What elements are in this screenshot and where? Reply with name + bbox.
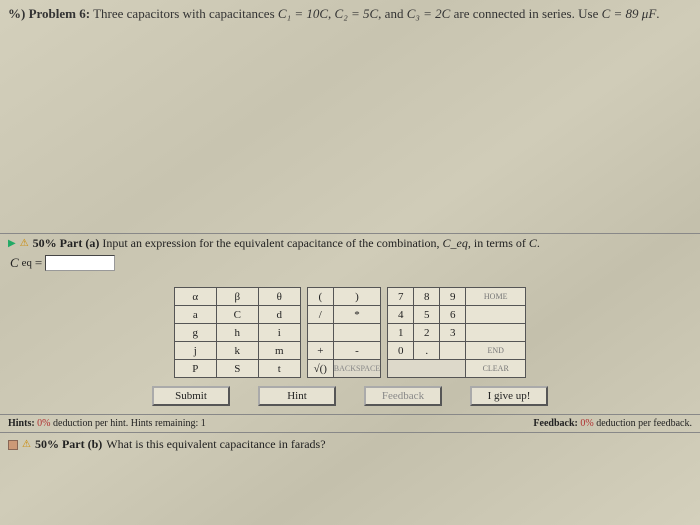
part-a-var: C_eq [443, 236, 468, 250]
part-a-ofvar: C [529, 236, 537, 250]
key-home[interactable]: HOME [466, 288, 526, 306]
key-end2[interactable] [466, 306, 526, 324]
key-blank3[interactable] [440, 342, 466, 360]
hints-left: Hints: 0% deduction per hint. Hints rema… [8, 418, 206, 429]
key-mul[interactable]: * [333, 306, 380, 324]
key-S[interactable]: S [216, 360, 258, 378]
problem-label: %) Problem 6: [8, 6, 90, 21]
key-3[interactable]: 3 [440, 324, 466, 342]
part-a-pct: 50% Part (a) [33, 236, 100, 250]
keypad-num: 789HOME 456 123 0. END CLEAR [387, 287, 526, 378]
key-beta[interactable]: β [216, 288, 258, 306]
equation-row: Ceq = [0, 253, 700, 277]
key-end[interactable]: END [466, 342, 526, 360]
key-rparen[interactable]: ) [333, 288, 380, 306]
key-alpha[interactable]: α [174, 288, 216, 306]
feedback-button[interactable]: Feedback [364, 386, 442, 406]
problem-statement: %) Problem 6: Three capacitors with capa… [0, 0, 700, 28]
part-b-pct: 50% Part (b) [35, 437, 102, 452]
warn-icon: ⚠ [20, 238, 29, 249]
key-5[interactable]: 5 [414, 306, 440, 324]
ceq-input[interactable] [45, 255, 115, 271]
button-row: Submit Hint Feedback I give up! [0, 386, 700, 406]
key-d[interactable]: d [258, 306, 300, 324]
square-icon [8, 440, 18, 450]
key-a[interactable]: a [174, 306, 216, 324]
key-lparen[interactable]: ( [307, 288, 333, 306]
keypad-greek: αβθ aCd ghi jkm PSt [174, 287, 301, 378]
giveup-button[interactable]: I give up! [470, 386, 548, 406]
ceq-c: C [10, 255, 19, 271]
key-clear[interactable]: CLEAR [466, 360, 526, 378]
c-use: C = 89 μF [602, 6, 657, 21]
part-a-instr2: in terms of [474, 236, 529, 250]
key-P[interactable]: P [174, 360, 216, 378]
key-t[interactable]: t [258, 360, 300, 378]
key-7[interactable]: 7 [388, 288, 414, 306]
keypad-paren: () /* +- √()BACKSPACE [307, 287, 381, 378]
key-6[interactable]: 6 [440, 306, 466, 324]
problem-text-a: Three capacitors with capacitances [93, 6, 278, 21]
part-a-instr: Input an expression for the equivalent c… [102, 236, 442, 250]
key-0[interactable]: 0 [388, 342, 414, 360]
key-spacer [388, 360, 466, 378]
ceq-sub: eq [22, 257, 32, 269]
key-g[interactable]: g [174, 324, 216, 342]
key-blank2[interactable] [333, 324, 380, 342]
key-plus[interactable]: + [307, 342, 333, 360]
warn-icon-b: ⚠ [22, 439, 31, 450]
submit-button[interactable]: Submit [152, 386, 230, 406]
key-sqrt[interactable]: √() [307, 360, 333, 378]
problem-text-b: are connected in series. Use [454, 6, 602, 21]
key-end3[interactable] [466, 324, 526, 342]
c1: C₁ = 10C [278, 6, 328, 21]
c2: C₂ = 5C [335, 6, 379, 21]
hint-button[interactable]: Hint [258, 386, 336, 406]
key-blank1[interactable] [307, 324, 333, 342]
hints-right: Feedback: 0% deduction per feedback. [533, 418, 692, 429]
key-bksp[interactable]: BACKSPACE [333, 360, 380, 378]
part-b-text: What is this equivalent capacitance in f… [106, 437, 325, 452]
key-C[interactable]: C [216, 306, 258, 324]
keypad-zone: αβθ aCd ghi jkm PSt () /* +- √()BACKSPAC… [0, 287, 700, 378]
figure-area [0, 28, 700, 233]
hints-row: Hints: 0% deduction per hint. Hints rema… [0, 414, 700, 432]
key-8[interactable]: 8 [414, 288, 440, 306]
key-div[interactable]: / [307, 306, 333, 324]
key-minus[interactable]: - [333, 342, 380, 360]
part-b-bar: ⚠ 50% Part (b) What is this equivalent c… [0, 432, 700, 456]
key-4[interactable]: 4 [388, 306, 414, 324]
part-a-bar: ▶ ⚠ 50% Part (a) Input an expression for… [0, 233, 700, 253]
c3: C₃ = 2C [407, 6, 451, 21]
key-dot[interactable]: . [414, 342, 440, 360]
key-h[interactable]: h [216, 324, 258, 342]
key-9[interactable]: 9 [440, 288, 466, 306]
key-i[interactable]: i [258, 324, 300, 342]
key-1[interactable]: 1 [388, 324, 414, 342]
key-m[interactable]: m [258, 342, 300, 360]
key-j[interactable]: j [174, 342, 216, 360]
key-2[interactable]: 2 [414, 324, 440, 342]
ceq-eq: = [35, 255, 42, 271]
key-theta[interactable]: θ [258, 288, 300, 306]
key-k[interactable]: k [216, 342, 258, 360]
play-icon: ▶ [8, 238, 16, 249]
